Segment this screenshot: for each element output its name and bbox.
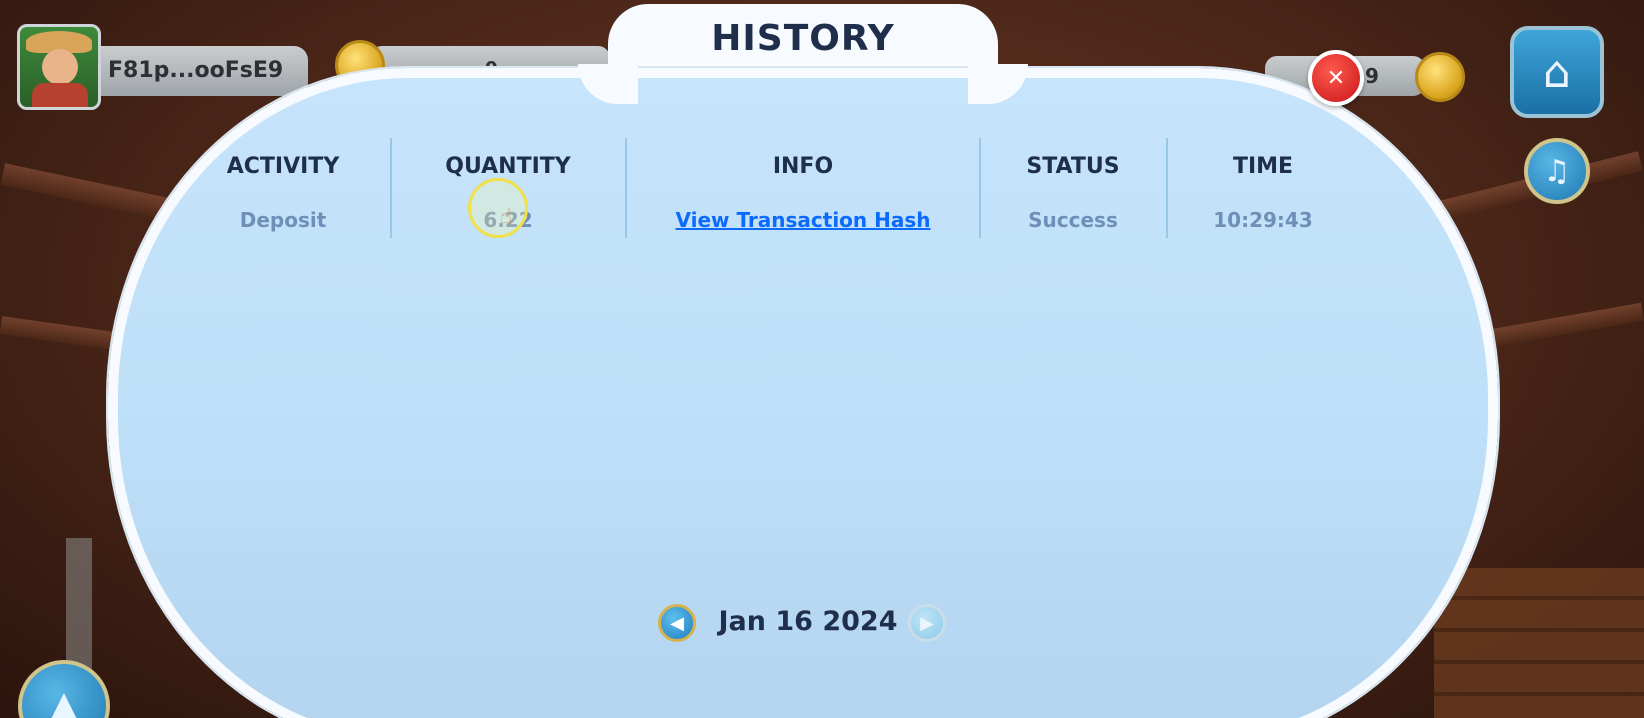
column-header-info: INFO [772,154,834,179]
history-modal: HISTORY ✕ ACTIVITY QUANTITY INFO STATUS … [108,4,1498,718]
music-icon: ♫ [1543,153,1571,189]
previous-date-button[interactable]: ◀ [658,604,696,642]
home-icon: ⌂ [1543,46,1571,98]
modal-title: HISTORY [711,18,895,59]
column-divider [979,138,981,238]
arrow-right-icon: ▶ [920,612,934,634]
hand-cursor-icon: ☝ [500,204,513,228]
date-label: Jan 16 2024 [718,606,898,637]
cell-status: Success [1028,208,1118,232]
tap-indicator [468,178,528,238]
column-divider [1166,138,1168,238]
cell-time: 10:29:43 [1213,208,1313,232]
arrow-up-icon: ▲ [50,684,78,718]
column-header-quantity: QUANTITY [445,154,571,179]
joystick-button[interactable]: ▲ [18,660,110,718]
player-avatar[interactable] [17,24,101,110]
column-header-time: TIME [1232,154,1294,179]
close-icon: ✕ [1326,65,1346,91]
close-button[interactable]: ✕ [1308,50,1364,106]
cell-activity: Deposit [239,208,327,232]
arrow-left-icon: ◀ [670,612,684,634]
column-divider [390,138,392,238]
view-transaction-hash-link[interactable]: View Transaction Hash [648,208,958,232]
column-header-activity: ACTIVITY [226,154,340,179]
avatar-body [32,83,88,107]
next-date-button[interactable]: ▶ [908,604,946,642]
column-header-status: STATUS [1026,154,1120,179]
music-button[interactable]: ♫ [1524,138,1590,204]
column-divider [625,138,627,238]
home-button[interactable]: ⌂ [1510,26,1604,118]
avatar-face [42,49,78,85]
